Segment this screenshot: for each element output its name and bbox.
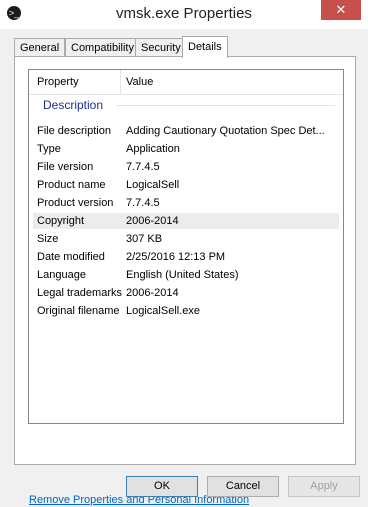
- property-name: File description: [37, 125, 111, 137]
- property-name: Date modified: [37, 251, 105, 263]
- close-icon: ✕: [335, 2, 347, 17]
- table-row[interactable]: Type Application: [33, 141, 339, 157]
- property-name: File version: [37, 161, 94, 173]
- title-bar: >_ vmsk.exe Properties ✕: [0, 0, 368, 29]
- property-name: Legal trademarks: [37, 287, 122, 299]
- tab-compatibility[interactable]: Compatibility: [65, 38, 140, 56]
- ok-button[interactable]: OK: [126, 476, 198, 497]
- tab-details[interactable]: Details: [182, 36, 228, 58]
- property-value: 2006-2014: [126, 287, 179, 299]
- table-row[interactable]: Copyright 2006-2014: [33, 213, 339, 229]
- details-panel: Property Value Description File descript…: [14, 56, 356, 506]
- table-row[interactable]: File version 7.7.4.5: [33, 159, 339, 175]
- property-name: Copyright: [37, 215, 85, 227]
- property-value: 307 KB: [126, 233, 163, 245]
- property-value: LogicalSell.exe: [126, 305, 200, 317]
- group-label: Description: [43, 98, 104, 112]
- table-row[interactable]: Original filename LogicalSell.exe: [33, 303, 339, 319]
- property-name: Product version: [37, 197, 114, 209]
- table-row[interactable]: Size 307 KB: [33, 231, 339, 247]
- table-row[interactable]: File description Adding Cautionary Quotat…: [33, 123, 339, 139]
- tab-general[interactable]: General: [14, 38, 66, 56]
- property-value: English (United States): [126, 269, 239, 281]
- description-group: Description: [29, 96, 343, 114]
- table-row[interactable]: Legal trademarks 2006-2014: [33, 285, 339, 301]
- property-value: Application: [126, 143, 180, 155]
- property-value: 7.7.4.5: [126, 161, 160, 173]
- window-title: vmsk.exe Properties: [116, 5, 252, 22]
- value-column-header[interactable]: Value: [126, 76, 153, 88]
- details-list[interactable]: Property Value Description File descript…: [28, 69, 344, 424]
- property-value: Adding Cautionary Quotation Spec Det...: [126, 125, 325, 137]
- property-value: 2/25/2016 12:13 PM: [126, 251, 226, 263]
- property-name: Size: [37, 233, 59, 245]
- tab-security[interactable]: Security: [135, 38, 187, 56]
- property-column-header[interactable]: Property: [37, 76, 79, 88]
- property-name: Language: [37, 269, 86, 281]
- table-row[interactable]: Product version 7.7.4.5: [33, 195, 339, 211]
- close-button[interactable]: ✕: [321, 0, 361, 20]
- table-row[interactable]: Product name LogicalSell: [33, 177, 339, 193]
- column-header: Property Value: [29, 70, 343, 95]
- property-value: LogicalSell: [126, 179, 180, 191]
- cancel-button[interactable]: Cancel: [207, 476, 279, 497]
- property-value: 7.7.4.5: [126, 197, 160, 209]
- column-divider[interactable]: [120, 70, 121, 94]
- property-name: Original filename: [37, 305, 120, 317]
- property-value: 2006-2014: [126, 215, 179, 227]
- table-row[interactable]: Language English (United States): [33, 267, 339, 283]
- group-divider: [116, 105, 335, 106]
- table-row[interactable]: Date modified 2/25/2016 12:13 PM: [33, 249, 339, 265]
- property-name: Product name: [37, 179, 106, 191]
- property-name: Type: [37, 143, 61, 155]
- apply-button[interactable]: Apply: [288, 476, 360, 497]
